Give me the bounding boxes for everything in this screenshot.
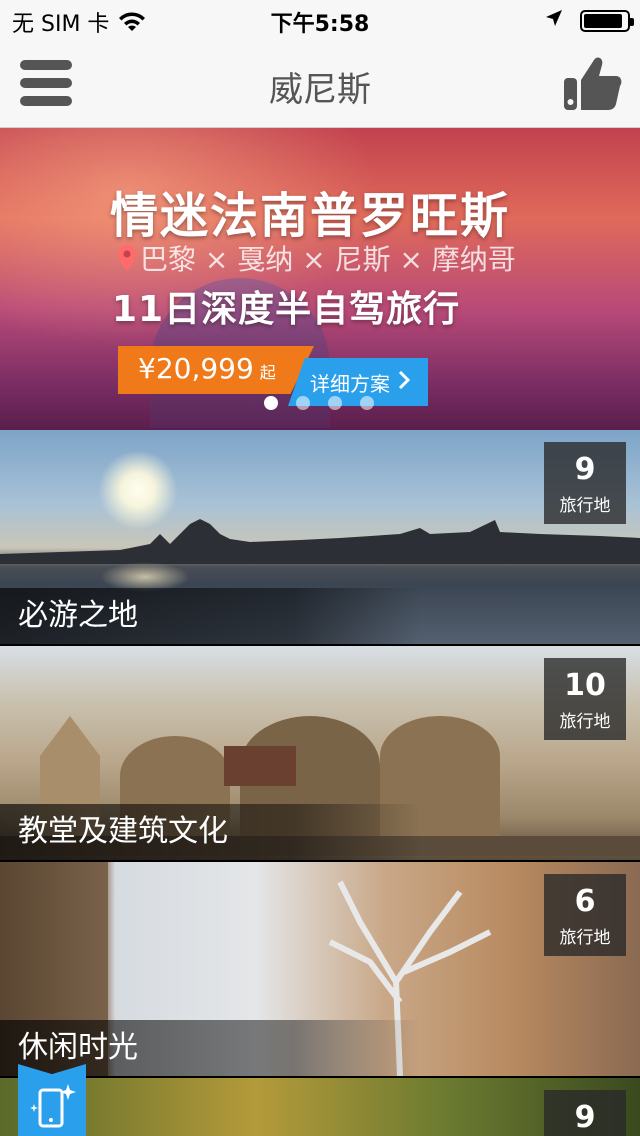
page-title: 威尼斯 [269, 70, 371, 110]
count-badge: 9 旅行地 [544, 442, 626, 524]
page-indicator [264, 396, 374, 410]
count-number: 10 [564, 668, 606, 703]
category-card-leisure[interactable]: 6 旅行地 休闲时光 [0, 862, 640, 1076]
card-label: 教堂及建筑文化 [18, 814, 228, 849]
battery-icon [580, 10, 634, 32]
thumbs-up-icon [564, 57, 622, 114]
count-number: 9 [574, 1100, 596, 1135]
nav-bar: 威尼斯 [0, 40, 640, 128]
page-dot[interactable] [360, 396, 374, 410]
price-value: ¥20,999 [138, 352, 254, 385]
page-dot[interactable] [296, 396, 310, 410]
like-button[interactable] [564, 56, 622, 110]
banner-route-text: 巴黎 × 戛纳 × 尼斯 × 摩纳哥 [140, 243, 516, 276]
promo-banner[interactable]: 情迷法南普罗旺斯 巴黎 × 戛纳 × 尼斯 × 摩纳哥 11日深度半自驾旅行 ¥… [0, 128, 640, 430]
page-dot[interactable] [328, 396, 342, 410]
status-right [544, 8, 634, 34]
banner-route: 巴黎 × 戛纳 × 尼斯 × 摩纳哥 [118, 238, 516, 278]
count-unit: 旅行地 [559, 928, 611, 948]
count-badge: 6 旅行地 [544, 874, 626, 956]
battery-fill [584, 14, 622, 28]
count-badge: 10 旅行地 [544, 658, 626, 740]
count-unit: 旅行地 [559, 712, 611, 732]
count-number: 6 [574, 884, 596, 919]
app-promo-button[interactable] [18, 1064, 86, 1136]
location-arrow-icon [544, 8, 564, 34]
page-dot[interactable] [264, 396, 278, 410]
price-tag: ¥20,999 起 [118, 346, 314, 394]
banner-subline: 11日深度半自驾旅行 [112, 289, 461, 330]
card-label: 休闲时光 [18, 1030, 138, 1065]
count-badge: 9 [544, 1090, 626, 1136]
category-card-must-see[interactable]: 9 旅行地 必游之地 [0, 430, 640, 644]
battery-tip [630, 18, 634, 26]
count-unit: 旅行地 [559, 496, 611, 516]
category-card-churches[interactable]: 10 旅行地 教堂及建筑文化 [0, 646, 640, 860]
chevron-right-icon [398, 370, 411, 395]
status-bar: 无 SIM 卡 下午5:58 [0, 0, 640, 40]
location-pin-icon [118, 245, 136, 271]
price-suffix: 起 [259, 363, 276, 382]
category-card-food[interactable]: 9 [0, 1078, 640, 1136]
card-label: 必游之地 [18, 598, 138, 633]
count-number: 9 [574, 452, 596, 487]
details-button-label: 详细方案 [310, 371, 390, 396]
banner-headline: 情迷法南普罗旺斯 [109, 188, 510, 244]
phone-sparkle-icon [18, 1084, 86, 1136]
